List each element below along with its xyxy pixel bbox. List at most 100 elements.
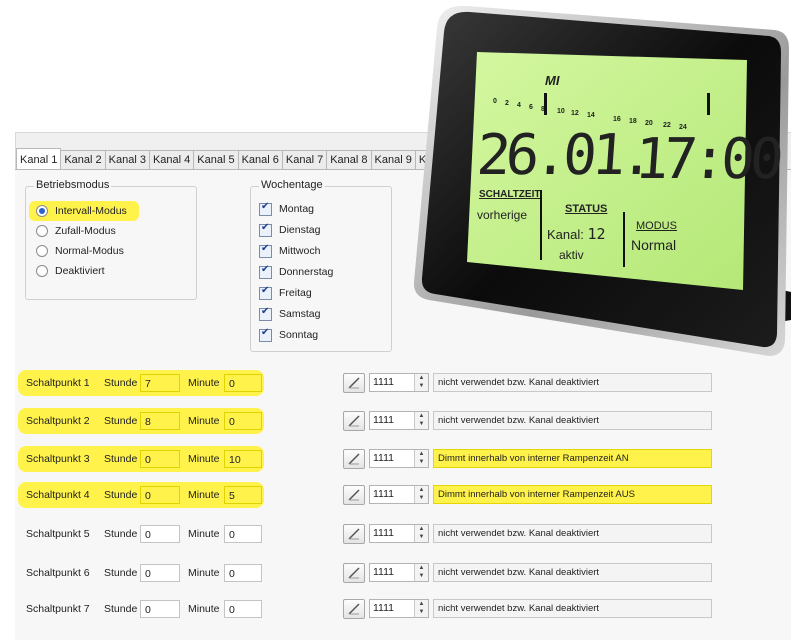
radio-label: Intervall-Modus — [55, 205, 127, 217]
schaltpunkt-label: Schaltpunkt 6 — [26, 567, 90, 579]
value-spinbox[interactable]: 1111 ▲ ▼ — [369, 449, 429, 468]
tab-kanal-4[interactable]: Kanal 4 — [148, 150, 195, 169]
value-spinbox[interactable]: 1111 ▲ ▼ — [369, 411, 429, 430]
lcd-hour-tick: 14 — [587, 112, 595, 119]
lcd-kanal-label: Kanal: — [547, 227, 584, 242]
lcd-modus-value: Normal — [631, 237, 677, 253]
spin-arrows-icon[interactable]: ▲ ▼ — [414, 450, 428, 467]
edit-pencil-button[interactable] — [343, 563, 365, 583]
value-spinbox[interactable]: 1111 ▲ ▼ — [369, 485, 429, 504]
minute-label: Minute — [188, 489, 220, 501]
stunde-label: Stunde — [104, 489, 138, 501]
edit-pencil-button[interactable] — [343, 411, 365, 431]
spin-arrows-icon[interactable]: ▲ ▼ — [414, 486, 428, 503]
checkbox-checked-icon — [259, 285, 272, 300]
stunde-input[interactable]: 0 — [140, 486, 180, 504]
checkbox-mittwoch[interactable]: Mittwoch — [259, 243, 320, 259]
stunde-input[interactable]: 7 — [140, 374, 180, 392]
tab-kanal-5[interactable]: Kanal 5 — [193, 150, 239, 169]
stunde-label: Stunde — [104, 377, 138, 389]
spin-arrows-icon[interactable]: ▲ ▼ — [414, 600, 428, 617]
radio-label: Deaktiviert — [55, 265, 105, 277]
checkbox-dienstag[interactable]: Dienstag — [259, 222, 320, 238]
checkbox-label: Samstag — [279, 308, 321, 320]
spin-arrows-icon[interactable]: ▲ ▼ — [414, 525, 428, 542]
checkbox-donnerstag[interactable]: Donnerstag — [259, 264, 333, 280]
tab-kanal-2[interactable]: Kanal 2 — [60, 150, 106, 169]
lcd-divider — [623, 212, 625, 267]
spinbox-value: 1111 — [373, 376, 395, 388]
pencil-icon — [348, 489, 360, 501]
minute-input[interactable]: 0 — [224, 374, 262, 392]
stunde-input[interactable]: 0 — [140, 525, 180, 543]
checkbox-checked-icon — [259, 327, 272, 342]
minute-input[interactable]: 5 — [224, 486, 262, 504]
minute-input[interactable]: 0 — [224, 525, 262, 543]
minute-input[interactable]: 0 — [224, 600, 262, 618]
lcd-hour-bar — [707, 93, 710, 115]
tab-kanal-7[interactable]: Kanal 7 — [281, 150, 328, 169]
pencil-icon — [348, 603, 360, 615]
spinbox-value: 1111 — [373, 414, 395, 426]
stunde-input[interactable]: 8 — [140, 412, 180, 430]
lcd-status-label: STATUS — [565, 203, 608, 215]
tab-kanal-3[interactable]: Kanal 3 — [104, 150, 150, 169]
checkbox-label: Freitag — [279, 287, 312, 299]
pencil-icon — [348, 415, 360, 427]
edit-pencil-button[interactable] — [343, 449, 365, 469]
minute-input[interactable]: 0 — [224, 412, 262, 430]
spin-arrows-icon[interactable]: ▲ ▼ — [414, 564, 428, 581]
stunde-input[interactable]: 0 — [140, 450, 180, 468]
schaltpunkt-label: Schaltpunkt 2 — [26, 415, 90, 427]
radio-deaktiviert[interactable]: Deaktiviert — [36, 263, 105, 279]
value-spinbox[interactable]: 1111 ▲ ▼ — [369, 599, 429, 618]
schaltpunkt-description: nicht verwendet bzw. Kanal deaktiviert — [433, 599, 712, 618]
value-spinbox[interactable]: 1111 ▲ ▼ — [369, 524, 429, 543]
lcd-kanal-value: 12 — [587, 225, 606, 243]
tab-kanal-8[interactable]: Kanal 8 — [326, 150, 372, 169]
lcd-hour-bar — [544, 93, 547, 115]
checkbox-freitag[interactable]: Freitag — [259, 285, 312, 301]
checkbox-sonntag[interactable]: Sonntag — [259, 327, 318, 343]
pencil-icon — [348, 528, 360, 540]
schaltpunkt-label: Schaltpunkt 7 — [26, 603, 90, 615]
minute-input[interactable]: 10 — [224, 450, 262, 468]
wochentage-group: Wochentage Montag Dienstag Mittwoch Donn… — [250, 179, 392, 352]
stunde-input[interactable]: 0 — [140, 600, 180, 618]
spin-arrows-icon[interactable]: ▲ ▼ — [414, 412, 428, 429]
tab-kanal-6[interactable]: Kanal 6 — [237, 150, 283, 169]
betriebsmodus-title: Betriebsmodus — [34, 179, 112, 191]
schaltpunkt-description: Dimmt innerhalb von interner Rampenzeit … — [433, 485, 712, 504]
edit-pencil-button[interactable] — [343, 599, 365, 619]
checkbox-montag[interactable]: Montag — [259, 201, 314, 217]
stunde-input[interactable]: 0 — [140, 564, 180, 582]
checkbox-label: Dienstag — [279, 224, 321, 236]
edit-pencil-button[interactable] — [343, 373, 365, 393]
radio-selected-icon — [36, 205, 48, 217]
checkbox-samstag[interactable]: Samstag — [259, 306, 320, 322]
value-spinbox[interactable]: 1111 ▲ ▼ — [369, 563, 429, 582]
minute-label: Minute — [188, 377, 220, 389]
edit-pencil-button[interactable] — [343, 524, 365, 544]
radio-zufall-modus[interactable]: Zufall-Modus — [36, 223, 116, 239]
tab-kanal-1[interactable]: Kanal 1 — [16, 148, 62, 169]
checkbox-label: Sonntag — [279, 329, 319, 341]
lcd-hour-tick: 2 — [505, 100, 509, 107]
checkbox-checked-icon — [259, 264, 272, 279]
timer-device-photo: MI 0 2 4 6 8 10 12 14 16 18 20 22 24 26.01. 17:00 SC… — [407, 0, 791, 400]
schaltpunkt-description: nicht verwendet bzw. Kanal deaktiviert — [433, 524, 712, 543]
checkbox-label: Donnerstag — [279, 266, 334, 278]
schaltpunkt-label: Schaltpunkt 1 — [26, 377, 90, 389]
spinbox-value: 1111 — [373, 527, 395, 539]
checkbox-checked-icon — [259, 306, 272, 321]
spinbox-value: 1111 — [373, 602, 395, 614]
minute-label: Minute — [188, 415, 220, 427]
minute-label: Minute — [188, 567, 220, 579]
minute-label: Minute — [188, 603, 220, 615]
edit-pencil-button[interactable] — [343, 485, 365, 505]
lcd-kanal: Kanal: 12 — [547, 225, 606, 243]
lcd-hour-tick: 0 — [493, 98, 497, 105]
radio-normal-modus[interactable]: Normal-Modus — [36, 243, 124, 259]
radio-intervall-modus[interactable]: Intervall-Modus — [36, 203, 127, 219]
minute-input[interactable]: 0 — [224, 564, 262, 582]
